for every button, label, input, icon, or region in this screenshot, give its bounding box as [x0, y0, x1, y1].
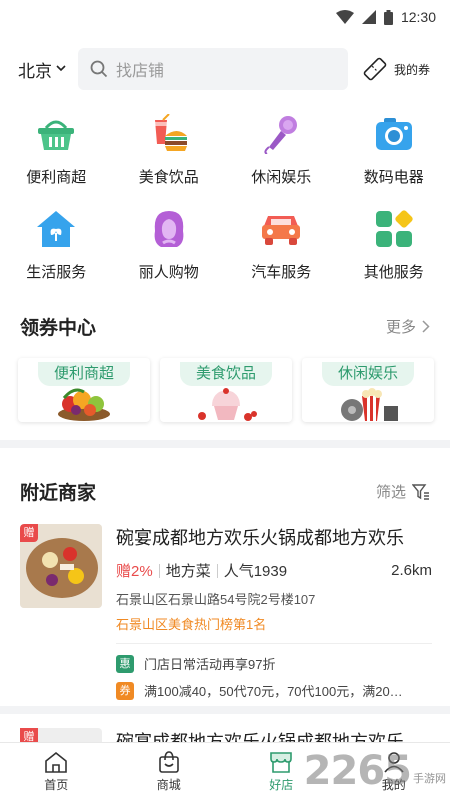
car-icon [259, 207, 303, 251]
category-label: 数码电器 [363, 169, 424, 186]
tab-home[interactable]: 首页 [0, 743, 113, 800]
filter-label: 筛选 [375, 484, 406, 501]
coupon-card-list: 便利商超 美食饮品 休闲娱乐 [18, 358, 434, 422]
status-bar: 12:30 [0, 0, 450, 34]
promo-text: 门店日常活动再享97折 [144, 657, 276, 672]
meta-divider [158, 563, 160, 578]
cupcake-image [160, 386, 292, 422]
shop-popularity: 人气1939 [223, 563, 288, 580]
shop-name: 碗宴成都地方欢乐火锅成都地方欢乐 [116, 528, 404, 548]
coupon-card-tag: 美食饮品 [180, 362, 272, 386]
section-divider [0, 440, 450, 448]
category-label: 美食饮品 [138, 169, 199, 186]
meta-divider [216, 563, 218, 578]
category-label: 休闲娱乐 [251, 169, 312, 186]
category-label: 便利商超 [26, 169, 87, 186]
nearby-title: 附近商家 [20, 483, 97, 504]
category-other-service[interactable]: 其他服务 [338, 207, 450, 282]
camera-icon [372, 112, 416, 156]
status-time: 12:30 [400, 9, 436, 25]
coupon-card-leisure[interactable]: 休闲娱乐 [302, 358, 434, 422]
signal-icon [361, 10, 376, 24]
shop-distance: 2.6km [391, 562, 432, 579]
fruit-basket-image [18, 386, 150, 422]
shop-divider-gray [0, 706, 450, 714]
house-icon [34, 207, 78, 251]
coupon-card-tag: 便利商超 [38, 362, 130, 386]
category-label: 汽车服务 [251, 264, 312, 281]
tab-label: 好店 [269, 777, 294, 792]
gift-badge: 赠 [20, 524, 38, 542]
microphone-icon [259, 112, 303, 156]
promo-text: 满100减40，50代70元，70代100元，满20… [144, 684, 403, 699]
category-food-drink[interactable]: 美食饮品 [113, 112, 226, 187]
category-beauty-shopping[interactable]: 丽人购物 [113, 207, 226, 282]
category-auto-service[interactable]: 汽车服务 [225, 207, 338, 282]
coupon-card-convenience[interactable]: 便利商超 [18, 358, 150, 422]
coupon-card-tag: 休闲娱乐 [322, 362, 414, 386]
filter-icon [412, 483, 429, 500]
food-drink-icon [147, 112, 191, 156]
search-input[interactable]: 找店铺 [78, 48, 348, 90]
my-coupons-label: 我的券 [394, 62, 431, 77]
filter-button[interactable]: 筛选 [376, 481, 430, 502]
battery-icon [383, 9, 393, 25]
ticket-icon [363, 57, 387, 81]
shop-gift-rate: 赠2% [116, 563, 153, 580]
category-life-service[interactable]: 生活服务 [0, 207, 113, 282]
wifi-icon [335, 10, 354, 24]
tab-label: 首页 [44, 777, 69, 792]
search-icon [90, 60, 108, 78]
more-label: 更多 [385, 319, 416, 336]
home-icon [45, 751, 68, 773]
watermark-text: 手游网 [413, 773, 446, 785]
discount-badge: 惠 [116, 654, 134, 673]
category-digital[interactable]: 数码电器 [338, 112, 450, 187]
category-grid: 便利商超 美食饮品 休闲娱乐 数码电器 生活服务 丽人购物 汽车服务 其他服务 [0, 112, 450, 282]
popcorn-film-image [302, 386, 434, 422]
promo-coupon: 券 满100减40，50代70元，70代100元，满20… [116, 681, 432, 700]
city-label: 北京 [18, 61, 52, 81]
coupon-center-title: 领券中心 [20, 318, 97, 339]
my-coupons-button[interactable]: 我的券 [362, 56, 430, 82]
tab-mall[interactable]: 商城 [113, 743, 226, 800]
category-label: 其他服务 [363, 264, 424, 281]
coupon-center-header: 领券中心 更多 [0, 313, 450, 340]
shop-rank: 石景山区美食热门榜第1名 [116, 617, 267, 632]
grid-icon [372, 207, 416, 251]
shop-meta: 赠2% 地方菜 人气1939 2.6km [116, 560, 432, 581]
shop-cuisine: 地方菜 [165, 563, 211, 580]
category-convenience[interactable]: 便利商超 [0, 112, 113, 187]
shop-info: 碗宴成都地方欢乐火锅成都地方欢乐 赠2% 地方菜 人气1939 2.6km 石景… [116, 524, 432, 700]
coupon-card-food[interactable]: 美食饮品 [160, 358, 292, 422]
category-label: 丽人购物 [138, 264, 199, 281]
basket-icon [34, 112, 78, 156]
chevron-down-icon [56, 63, 66, 75]
site-watermark: 2265 手游网 [304, 748, 446, 794]
chevron-right-icon [422, 320, 430, 333]
shop-thumbnail: 赠 [20, 524, 102, 608]
shopping-bag-icon [158, 750, 179, 773]
woman-icon [147, 207, 191, 251]
nearby-header: 附近商家 筛选 [0, 478, 450, 505]
shop-divider [116, 643, 432, 644]
store-icon [270, 751, 293, 773]
category-label: 生活服务 [26, 264, 87, 281]
promo-discount: 惠 门店日常活动再享97折 [116, 654, 432, 673]
tab-label: 商城 [156, 777, 181, 792]
category-leisure[interactable]: 休闲娱乐 [225, 112, 338, 187]
search-placeholder: 找店铺 [116, 63, 165, 80]
coupon-badge: 券 [116, 681, 134, 700]
coupon-center-more-link[interactable]: 更多 [386, 316, 430, 337]
top-bar: 北京 找店铺 我的券 [0, 48, 450, 90]
city-selector[interactable]: 北京 [18, 57, 74, 82]
shop-address: 石景山区石景山路54号院2号楼107 [116, 592, 316, 607]
watermark-number: 2265 [303, 748, 412, 794]
